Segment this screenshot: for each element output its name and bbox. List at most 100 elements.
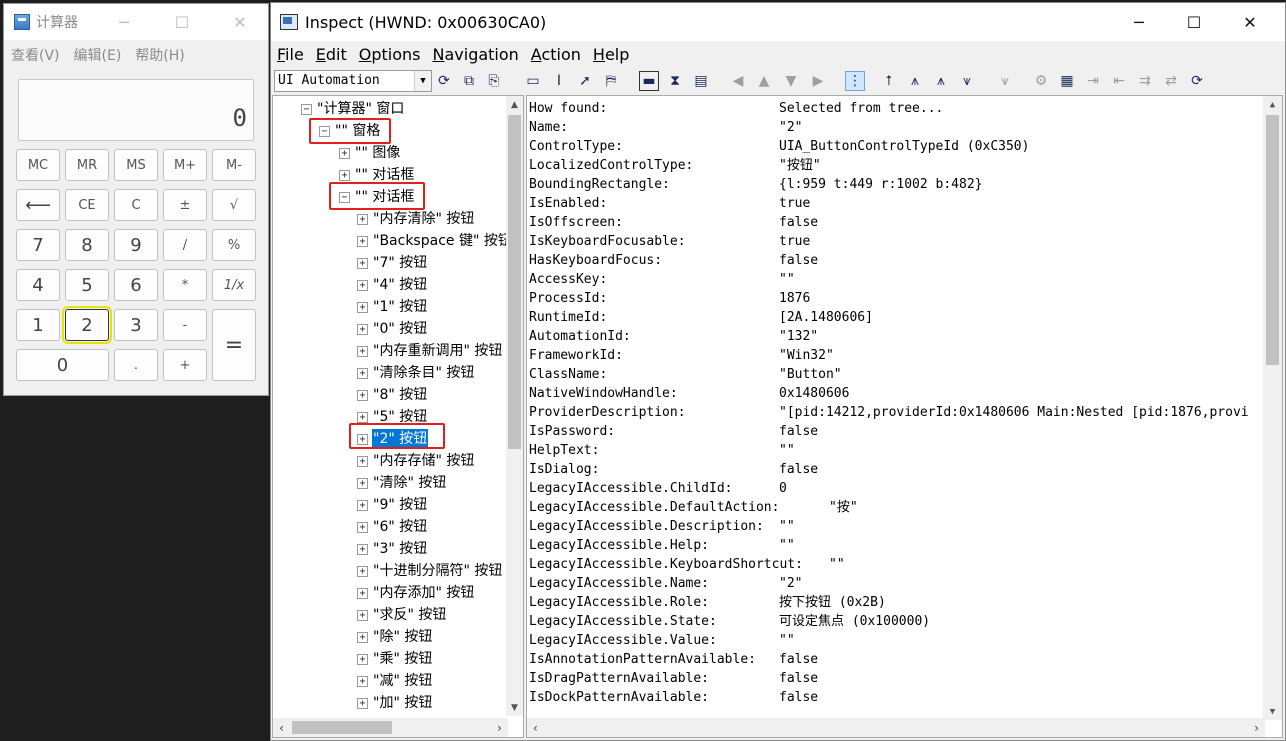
rectangle-icon[interactable]: ▭ <box>523 71 543 91</box>
collapse-box-icon[interactable]: − <box>301 103 312 115</box>
digit-7-button[interactable]: 7 <box>16 229 60 261</box>
equals-button[interactable]: = <box>212 309 256 381</box>
tree-node[interactable]: − "计算器" 窗口 <box>301 99 405 119</box>
last-child-icon[interactable]: ⩛ <box>957 71 977 91</box>
menu-help[interactable]: 帮助(H) <box>128 45 191 65</box>
scroll-right-icon[interactable]: › <box>1248 718 1265 737</box>
tree-node[interactable]: + "7" 按钮 <box>357 253 428 273</box>
divide-button[interactable]: / <box>163 229 207 261</box>
expand-box-icon[interactable]: + <box>357 213 368 225</box>
sqrt-button[interactable]: √ <box>212 189 256 221</box>
maximize-icon[interactable]: ☐ <box>1166 3 1222 41</box>
ms-button[interactable]: MS <box>114 149 158 181</box>
expand-box-icon[interactable]: + <box>357 499 368 511</box>
tree-node[interactable]: + "内存存储" 按钮 <box>357 451 475 471</box>
scroll-up-icon[interactable]: ▲ <box>506 96 523 113</box>
digit-2-button[interactable]: 2 <box>62 306 112 344</box>
scroll-icon[interactable]: ⇉ <box>1135 71 1155 91</box>
menu-action[interactable]: Action <box>525 45 587 64</box>
menu-edit[interactable]: 编辑(E) <box>67 45 129 65</box>
tree-node[interactable]: + "1" 按钮 <box>357 297 428 317</box>
menu-file[interactable]: File <box>271 45 310 64</box>
menu-view[interactable]: 查看(V) <box>4 45 67 65</box>
digit-5-button[interactable]: 5 <box>65 269 109 301</box>
expand-box-icon[interactable]: + <box>357 477 368 489</box>
digit-1-button[interactable]: 1 <box>16 309 60 341</box>
tree-node[interactable]: + "十进制分隔符" 按钮 <box>357 561 503 581</box>
reciprocal-button[interactable]: 1/x <box>212 269 256 301</box>
digit-4-button[interactable]: 4 <box>16 269 60 301</box>
tree-vertical-scrollbar[interactable]: ▲ ▼ <box>506 96 523 716</box>
tree-view-icon[interactable]: ⋮ <box>845 71 865 91</box>
show-info-icon[interactable]: ▤ <box>691 71 711 91</box>
arrow-up-icon[interactable]: ▲ <box>754 71 774 91</box>
hourglass-icon[interactable]: ⧗ <box>665 71 685 91</box>
scroll-thumb[interactable] <box>508 115 521 449</box>
arrow-down-icon[interactable]: ▼ <box>781 71 801 91</box>
tree-node[interactable]: + "4" 按钮 <box>357 275 428 295</box>
expand-box-icon[interactable]: + <box>339 169 350 181</box>
expand-box-icon[interactable]: + <box>357 587 368 599</box>
maximize-icon[interactable]: ☐ <box>162 4 202 40</box>
tree-horizontal-scrollbar[interactable]: ‹ › <box>273 718 508 737</box>
mc-button[interactable]: MC <box>16 149 60 181</box>
expand-box-icon[interactable]: + <box>357 367 368 379</box>
refresh-events-icon[interactable]: ⟳ <box>1187 71 1207 91</box>
watch-cursor-icon[interactable]: ⛿ <box>601 71 621 91</box>
tree-node[interactable]: + "清除条目" 按钮 <box>357 363 475 383</box>
mode-select[interactable]: UI Automation ▼ <box>274 70 432 92</box>
menu-help[interactable]: Help <box>587 45 635 64</box>
mr-button[interactable]: MR <box>65 149 109 181</box>
tree-node[interactable]: + "乘" 按钮 <box>357 649 433 669</box>
expand-box-icon[interactable]: + <box>357 411 368 423</box>
tree-node[interactable]: + "内存添加" 按钮 <box>357 583 475 603</box>
tree-node[interactable]: + "6" 按钮 <box>357 517 428 537</box>
tree-node[interactable]: + "除" 按钮 <box>357 627 433 647</box>
add-button[interactable]: + <box>163 349 207 381</box>
tree-node[interactable]: + "求反" 按钮 <box>357 605 447 625</box>
tree-node[interactable]: + "0" 按钮 <box>357 319 428 339</box>
save-icon[interactable]: ⎘ <box>484 71 504 91</box>
properties-pane[interactable]: How found: Selected from tree... Name: "2" C… <box>526 95 1283 738</box>
decimal-button[interactable]: . <box>114 349 158 381</box>
multiply-button[interactable]: * <box>163 269 207 301</box>
expand-box-icon[interactable]: + <box>357 323 368 335</box>
digit-3-button[interactable]: 3 <box>114 309 158 341</box>
c-button[interactable]: C <box>114 189 158 221</box>
digit-9-button[interactable]: 9 <box>114 229 158 261</box>
scroll-down-icon[interactable]: ▼ <box>506 699 523 716</box>
digit-0-button[interactable]: 0 <box>16 349 109 381</box>
digit-8-button[interactable]: 8 <box>65 229 109 261</box>
menu-navigation[interactable]: Navigation <box>427 45 525 64</box>
m-minus-button[interactable]: M- <box>212 149 256 181</box>
minimize-icon[interactable]: ─ <box>104 4 144 40</box>
expand-box-icon[interactable]: + <box>357 257 368 269</box>
expand-box-icon[interactable]: + <box>357 653 368 665</box>
caret-icon[interactable]: I <box>549 71 569 91</box>
expand-box-icon[interactable]: + <box>357 279 368 291</box>
expand-box-icon[interactable]: + <box>357 675 368 687</box>
tree-node[interactable]: + "" 图像 <box>339 143 401 163</box>
digit-6-button[interactable]: 6 <box>114 269 158 301</box>
copy-icon[interactable]: ⧉ <box>459 71 479 91</box>
close-icon[interactable]: ✕ <box>1222 3 1278 41</box>
tree-node[interactable]: + "9" 按钮 <box>357 495 428 515</box>
highlight-rectangle-icon[interactable]: ▬ <box>639 71 659 91</box>
arrow-right-icon[interactable]: ▶ <box>808 71 828 91</box>
invoke-icon[interactable]: ⚙ <box>1031 71 1051 91</box>
m-plus-button[interactable]: M+ <box>163 149 207 181</box>
expand-box-icon[interactable]: + <box>339 147 350 159</box>
scroll-up-icon[interactable]: ▲ <box>1263 96 1282 113</box>
subtract-button[interactable]: - <box>163 309 207 341</box>
parent-icon[interactable]: ⭡ <box>879 71 899 91</box>
first-child-icon[interactable]: ⩚ <box>905 71 925 91</box>
negate-button[interactable]: ± <box>163 189 207 221</box>
scroll-left-icon[interactable]: ‹ <box>527 718 544 737</box>
tree-node[interactable]: + "内存重新调用" 按钮 <box>357 341 503 361</box>
scroll-thumb[interactable] <box>1266 115 1279 365</box>
element-tree[interactable]: − "计算器" 窗口 − "" 窗格 + "" 图像 + "" 对话框 − "" 对话框 … <box>272 95 524 738</box>
properties-vertical-scrollbar[interactable]: ▲ ▼ <box>1263 96 1282 720</box>
expand-box-icon[interactable]: + <box>357 631 368 643</box>
backspace-button[interactable]: ⟵ <box>16 189 60 221</box>
expand-icon[interactable]: ⇥ <box>1083 71 1103 91</box>
